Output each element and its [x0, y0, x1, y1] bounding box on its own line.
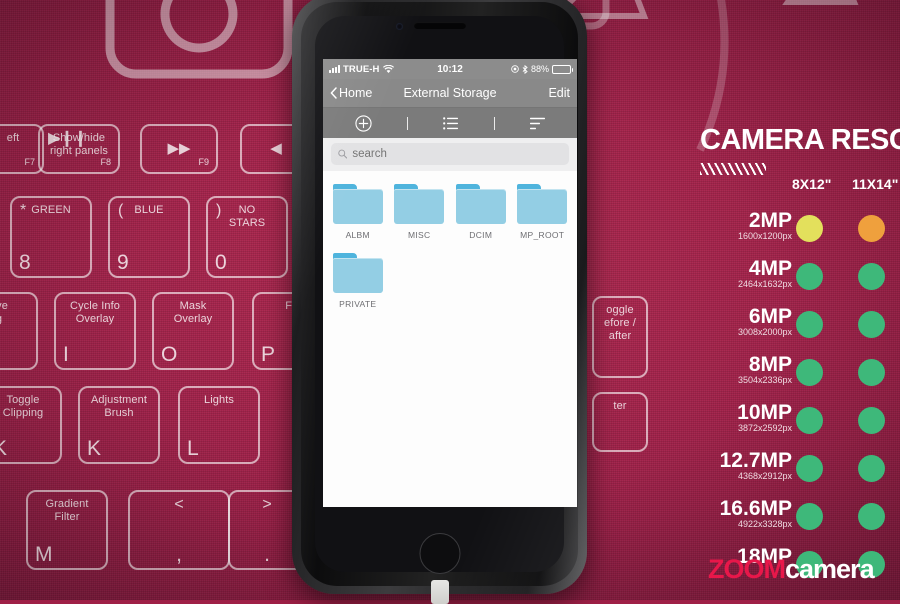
folder-label: MP_ROOT [520, 230, 565, 240]
resolution-dot [858, 263, 885, 290]
folder-body [517, 189, 568, 224]
megapixel-label: 8MP [748, 353, 792, 376]
megapixel-label: 4MP [748, 257, 792, 280]
list-view-button[interactable] [442, 116, 459, 130]
front-camera [396, 23, 403, 30]
chart-row: 6MP 3008x2000px [700, 305, 900, 353]
search-bar[interactable] [331, 143, 569, 165]
resolution-dot [796, 359, 823, 386]
chart-column-header-1: 8X12" [792, 176, 832, 192]
megapixel-label: 6MP [748, 305, 792, 328]
watermark-camera: camera [785, 554, 875, 584]
folder-body [394, 189, 445, 224]
camera-resolution-chart: CAMERA RESO 8X12" 11X14" 2MP 1600x1200px 4… [700, 124, 900, 593]
megapixel-label: 16.6MP [719, 497, 792, 520]
chart-row: 2MP 1600x1200px [700, 209, 900, 257]
resolution-dot [796, 215, 823, 242]
folder-body [455, 189, 506, 224]
sort-icon [529, 117, 545, 129]
status-bar: TRUE-H 10:12 88% [323, 59, 577, 79]
folder-icon [394, 184, 445, 224]
megapixel-label: 10MP [737, 401, 792, 424]
battery-icon [552, 64, 573, 74]
folder-item[interactable]: MISC [389, 179, 451, 248]
chart-row: 12.7MP 4368x2912px [700, 449, 900, 497]
chart-row: 4MP 2464x1632px [700, 257, 900, 305]
search-icon [338, 149, 348, 159]
folder-body [332, 189, 383, 224]
resolution-dot [796, 503, 823, 530]
toolbar-separator-2 [493, 116, 495, 130]
pixel-dimensions-label: 3504x2336px [737, 375, 792, 385]
resolution-dot [858, 359, 885, 386]
status-bar-clock: 10:12 [437, 63, 463, 75]
navigation-bar: Home External Storage Edit [323, 79, 577, 108]
list-view-icon [442, 116, 458, 129]
folder-item[interactable]: ALBM [327, 179, 389, 248]
chart-title: CAMERA RESO [700, 124, 900, 156]
pixel-dimensions-label: 4368x2912px [737, 471, 792, 481]
add-button[interactable] [354, 114, 372, 132]
pixel-dimensions-label: 2464x1632px [737, 279, 792, 289]
resolution-dot [858, 311, 885, 338]
resolution-dot [858, 503, 885, 530]
zoomcamera-watermark: ZOOMcamera [708, 554, 875, 584]
chart-row: 10MP 3872x2592px [700, 401, 900, 449]
chart-row: 8MP 3504x2336px [700, 353, 900, 401]
folder-label: MISC [408, 230, 431, 240]
chart-rows: 2MP 1600x1200px 4MP 2464x1632px 6MP 3008x2000… [700, 209, 900, 593]
resolution-dot [796, 455, 823, 482]
folder-item[interactable]: PRIVATE [327, 248, 389, 317]
folder-label: DCIM [469, 230, 493, 240]
pixel-dimensions-label: 3872x2592px [737, 423, 792, 433]
folder-item[interactable]: DCIM [450, 179, 512, 248]
resolution-dot [796, 311, 823, 338]
pixel-dimensions-label: 4922x3328px [737, 519, 792, 529]
page-title: External Storage [403, 86, 497, 100]
megapixel-label: 2MP [748, 209, 792, 232]
resolution-dot [858, 407, 885, 434]
toolbar-separator-1 [406, 116, 408, 130]
resolution-dot [858, 455, 885, 482]
chart-row: 16.6MP 4922x3328px [700, 497, 900, 545]
resolution-dot [796, 263, 823, 290]
pixel-dimensions-label: 3008x2000px [737, 327, 792, 337]
iphone-device: TRUE-H 10:12 88% Home External Storage E… [292, 0, 587, 604]
search-input[interactable] [352, 148, 562, 160]
chart-column-header-2: 11X14" [852, 176, 899, 192]
chart-title-hatch [700, 163, 766, 175]
resolution-dot [796, 407, 823, 434]
megapixel-label: 12.7MP [719, 449, 792, 472]
folder-label: PRIVATE [339, 299, 377, 309]
watermark-zoom: ZOOM [708, 554, 786, 584]
folder-icon [517, 184, 568, 224]
phone-screen: TRUE-H 10:12 88% Home External Storage E… [323, 59, 577, 507]
lightning-cable [430, 580, 449, 604]
folder-item[interactable]: MP_ROOT [512, 179, 574, 248]
plus-circle-icon [354, 114, 372, 132]
home-button[interactable] [419, 533, 460, 574]
action-toolbar [323, 108, 577, 138]
folder-icon [332, 253, 383, 293]
resolution-dot [858, 215, 885, 242]
folder-body [332, 258, 383, 293]
earpiece-speaker [413, 22, 466, 29]
search-container [323, 138, 577, 171]
folder-icon [455, 184, 506, 224]
file-browser-grid: ALBM MISC DCIM MP_ROOT PRIVATE [323, 171, 577, 507]
folder-label: ALBM [345, 230, 370, 240]
folder-icon [332, 184, 383, 224]
sort-button[interactable] [529, 117, 546, 130]
pixel-dimensions-label: 1600x1200px [737, 231, 792, 241]
